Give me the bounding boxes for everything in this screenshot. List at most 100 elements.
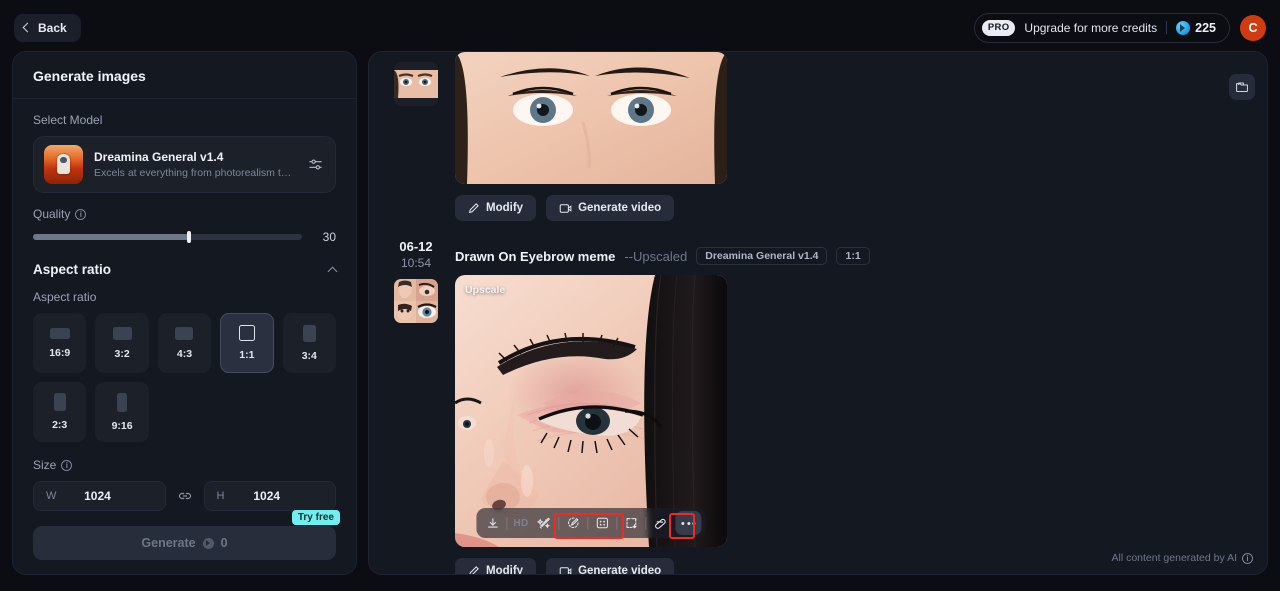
aspect-ratio-option-3-4[interactable]: 3:4 [282, 313, 336, 373]
generate-video-label: Generate video [578, 202, 662, 214]
generate-video-button[interactable]: Generate video [546, 558, 675, 574]
select-model-text: Select Model [33, 113, 103, 127]
eraser-icon[interactable] [649, 511, 673, 535]
aspect-ratio-glyph [112, 326, 132, 340]
credits-display[interactable]: 225 [1176, 20, 1216, 35]
size-label: Size i [33, 458, 336, 472]
quality-text: Quality [33, 207, 71, 221]
model-selector-card[interactable]: Dreamina General v1.4 Excels at everythi… [33, 136, 336, 193]
divider [587, 516, 589, 530]
model-name: Dreamina General v1.4 [94, 150, 224, 164]
generate-video-button[interactable]: Generate video [546, 195, 675, 221]
results-panel: Modify Generate video 06-12 10:54 Drawn … [368, 51, 1268, 575]
result-thumbnail[interactable] [394, 279, 438, 323]
width-key: W [46, 490, 57, 502]
aspect-ratio-title: Aspect ratio [33, 262, 112, 277]
quality-slider[interactable] [33, 231, 302, 243]
chevron-up-icon [327, 266, 338, 276]
generate-video-label: Generate video [578, 565, 662, 574]
select-model-label: Select Model [33, 113, 336, 127]
panel-title: Generate images [13, 52, 356, 99]
avatar[interactable]: C [1240, 14, 1266, 41]
aspect-ratio-option-4-3[interactable]: 4:3 [157, 313, 212, 373]
top-bar-right: PRO Upgrade for more credits 225 C [973, 12, 1266, 43]
model-settings-icon[interactable] [305, 155, 325, 175]
generate-label: Generate [141, 536, 196, 550]
back-button[interactable]: Back [14, 13, 81, 42]
result-time: 10:54 [400, 256, 432, 270]
panel-body: Select Model Dreamina General v1.4 Excel… [13, 99, 356, 511]
download-icon[interactable] [480, 511, 504, 535]
aspect-ratio-option-2-3[interactable]: 2:3 [33, 382, 87, 442]
info-icon[interactable]: i [1242, 552, 1253, 564]
more-icon[interactable] [675, 511, 702, 535]
aspect-ratio-option-3-2[interactable]: 3:2 [95, 313, 149, 373]
dot [681, 521, 685, 525]
result-image[interactable]: Upscale HD [455, 275, 727, 547]
pro-badge: PRO [981, 19, 1016, 36]
chevron-left-icon [22, 22, 33, 33]
aspect-ratio-label: 16:9 [49, 346, 71, 359]
divider [645, 516, 647, 530]
result-date: 06-12 [399, 239, 433, 254]
ai-disclaimer-text: All content generated by AI [1111, 552, 1237, 564]
quality-slider-knob[interactable] [187, 231, 192, 243]
aspect-ratio-label: 9:16 [111, 419, 133, 432]
result-subtitle: --Upscaled [624, 248, 688, 264]
aspect-ratio-glyph [117, 392, 128, 412]
height-input[interactable]: H 1024 [203, 481, 336, 511]
size-row: W 1024 H 1024 [33, 481, 336, 511]
info-icon[interactable]: i [75, 208, 87, 220]
generate-button[interactable]: Generate 0 [33, 526, 336, 560]
quality-label: Quality i [33, 207, 336, 221]
upscale-tag: Upscale [465, 284, 506, 296]
divider [506, 516, 508, 530]
modify-button[interactable]: Modify [455, 195, 537, 221]
aspect-ratio-option-16-9[interactable]: 16:9 [33, 313, 87, 373]
result-image[interactable] [455, 52, 727, 184]
link-aspect-icon[interactable] [176, 487, 194, 505]
dot [687, 521, 691, 525]
width-value: 1024 [84, 489, 111, 503]
result-title: Drawn On Eyebrow meme [455, 248, 616, 264]
size-text: Size [33, 458, 57, 472]
divider [616, 516, 618, 530]
aspect-ratio-glyph [53, 393, 66, 411]
result-ratio-chip: 1:1 [836, 247, 870, 265]
modify-button[interactable]: Modify [455, 558, 537, 574]
aspect-ratio-glyph [238, 325, 255, 341]
aspect-ratio-label: 2:3 [52, 419, 68, 431]
result-item: Modify Generate video [369, 52, 1267, 221]
aspect-ratio-subtitle: Aspect ratio [33, 290, 336, 304]
results-scroll-area[interactable]: Modify Generate video 06-12 10:54 Drawn … [369, 52, 1267, 574]
folder-icon[interactable] [1229, 74, 1255, 100]
aspect-ratio-label: 1:1 [239, 349, 255, 361]
upgrade-button[interactable]: PRO Upgrade for more credits 225 [973, 12, 1230, 43]
info-icon[interactable]: i [61, 459, 73, 471]
aspect-ratio-accordion[interactable]: Aspect ratio [33, 244, 338, 290]
upgrade-label: Upgrade for more credits [1024, 20, 1158, 35]
aspect-ratio-label: 3:4 [301, 349, 317, 362]
image-toolbar: HD [476, 508, 706, 538]
result-header: Drawn On Eyebrow meme --Upscaled Dreamin… [369, 239, 1267, 265]
dot [692, 521, 696, 525]
aspect-ratio-option-9-16[interactable]: 9:16 [95, 382, 149, 442]
expand-icon[interactable] [620, 511, 644, 535]
hd-label: HD [513, 517, 529, 529]
inpaint-icon[interactable] [591, 511, 615, 535]
retouch-icon[interactable] [562, 511, 586, 535]
generate-area: Try free Generate 0 [33, 510, 340, 560]
modify-label: Modify [486, 202, 524, 214]
ai-disclaimer: All content generated by AI i [1111, 552, 1253, 564]
credits-value: 225 [1195, 20, 1216, 35]
quality-value: 30 [322, 230, 336, 244]
width-input[interactable]: W 1024 [33, 481, 166, 511]
result-thumbnail[interactable] [394, 62, 438, 106]
height-key: H [216, 490, 225, 502]
aspect-ratio-glyph [175, 326, 194, 340]
aspect-ratio-subtitle-text: Aspect ratio [33, 290, 97, 304]
aspect-ratio-option-1-1[interactable]: 1:1 [220, 313, 274, 373]
top-bar: Back PRO Upgrade for more credits 225 C [0, 0, 1280, 55]
aspect-ratio-label: 4:3 [176, 347, 193, 360]
magic-wand-icon[interactable] [533, 511, 557, 535]
